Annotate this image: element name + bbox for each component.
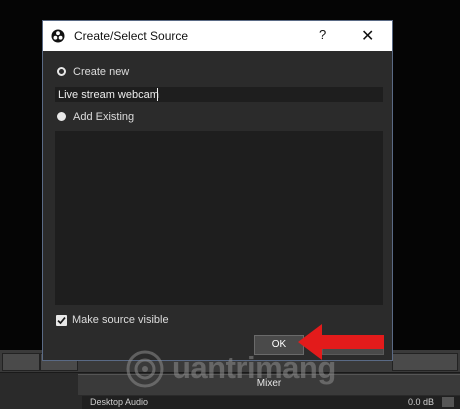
make-visible-label: Make source visible	[72, 314, 169, 326]
source-name-input[interactable]	[55, 87, 383, 102]
audio-source-label: Desktop Audio	[90, 397, 149, 407]
create-new-label: Create new	[73, 66, 130, 78]
close-button[interactable]: ✕	[361, 26, 374, 46]
audio-level: 0.0 dB	[407, 397, 434, 407]
make-visible-checkbox[interactable]	[56, 315, 67, 326]
help-button[interactable]: ?	[319, 27, 326, 42]
dialog-title: Create/Select Source	[74, 29, 189, 43]
dock-control[interactable]	[2, 353, 40, 371]
add-existing-radio[interactable]	[57, 112, 66, 121]
watermark-logo-icon	[126, 350, 164, 388]
watermark: uantrimang	[124, 348, 354, 392]
dock-control[interactable]	[392, 353, 458, 371]
watermark-brand: uantrimang	[172, 350, 336, 385]
create-select-source-dialog: Create/Select Source ? ✕ Create new Add …	[42, 20, 393, 361]
gear-icon[interactable]	[442, 397, 454, 407]
add-existing-label: Add Existing	[73, 111, 135, 123]
text-caret	[157, 88, 158, 101]
existing-sources-list[interactable]	[55, 131, 383, 305]
mixer-row: Desktop Audio 0.0 dB	[82, 396, 460, 409]
checkmark-icon	[57, 317, 66, 325]
dialog-titlebar[interactable]: Create/Select Source ? ✕	[43, 21, 392, 51]
create-new-radio[interactable]	[57, 67, 66, 76]
obs-logo-icon	[51, 29, 65, 43]
